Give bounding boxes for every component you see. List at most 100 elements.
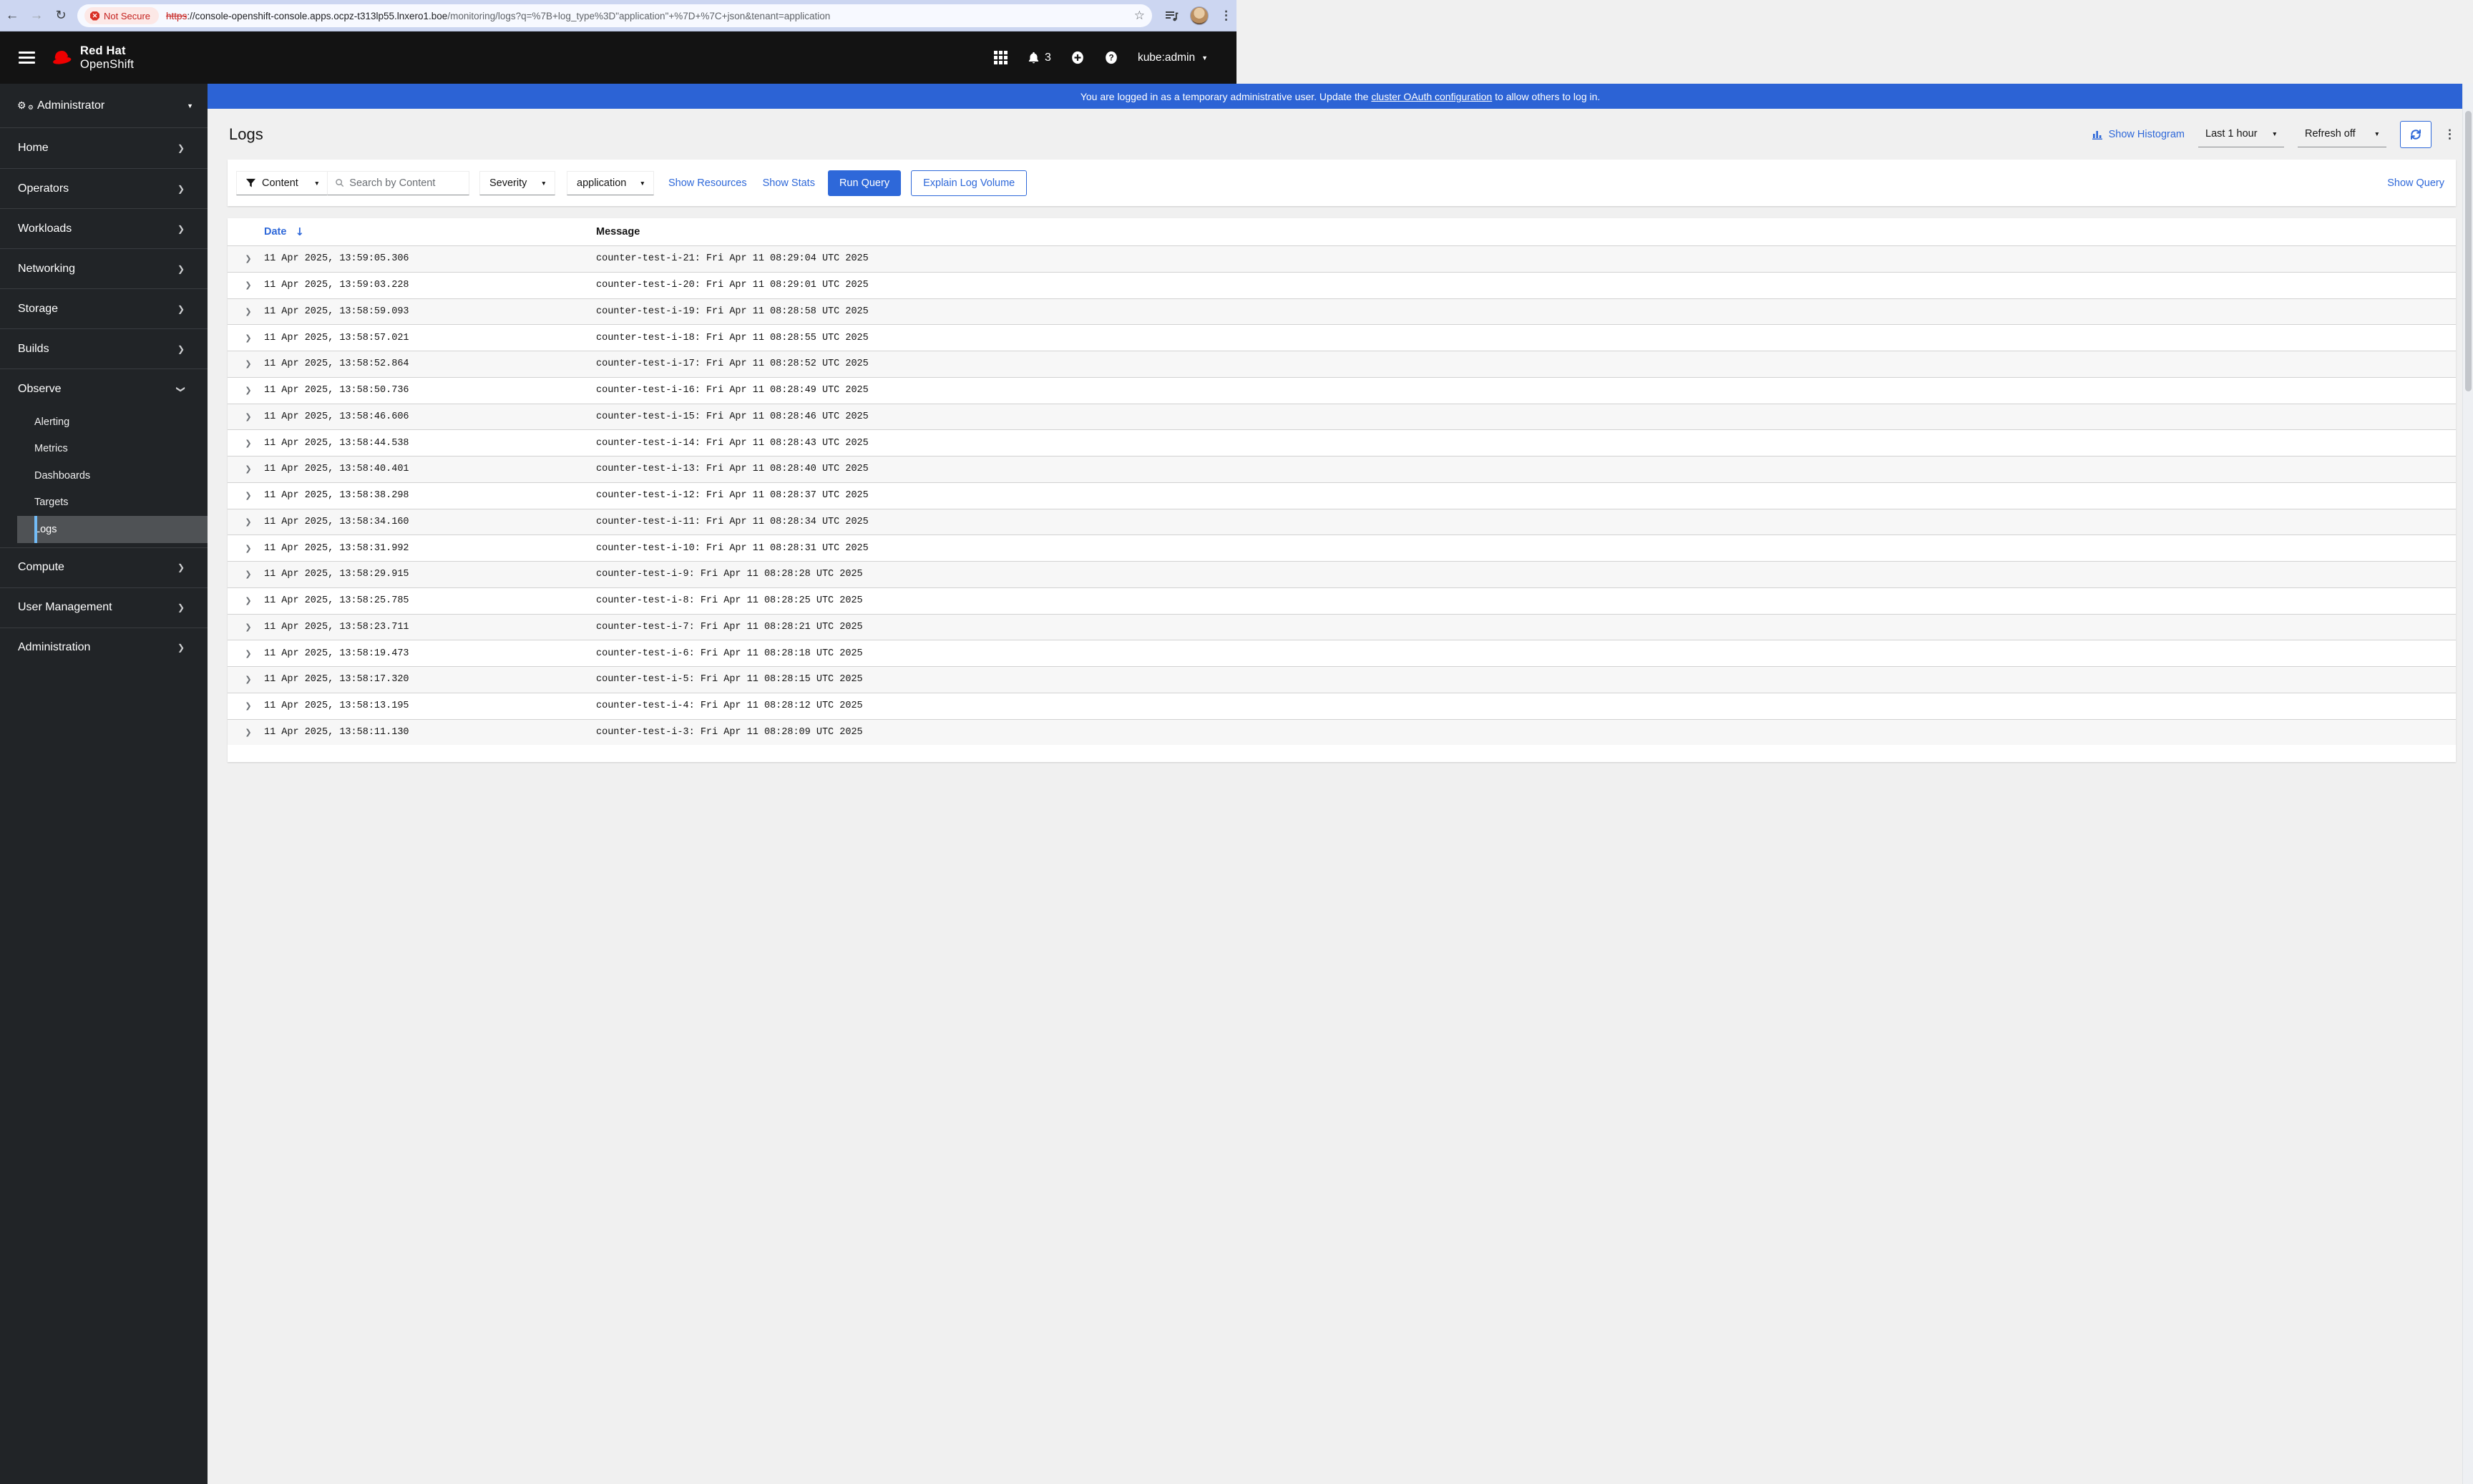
address-bar[interactable]: ✕ Not Secure https://console-openshift-c… xyxy=(77,4,1152,27)
row-expand-chevron-icon[interactable]: ❯ xyxy=(237,596,260,605)
row-expand-chevron-icon[interactable]: ❯ xyxy=(237,570,260,579)
row-expand-chevron-icon[interactable]: ❯ xyxy=(237,412,260,421)
refresh-interval-select[interactable]: Refresh off ▼ xyxy=(2298,122,2386,147)
bookmark-star-icon[interactable]: ☆ xyxy=(1134,9,1145,23)
sidebar-subitem-targets[interactable]: Targets xyxy=(0,489,208,517)
logs-table: Date ↓ Message ❯ 11 Apr 2025, 13:59:05.30… xyxy=(228,218,2456,762)
sidebar-item-networking[interactable]: Networking ❯ xyxy=(0,248,208,288)
histogram-icon xyxy=(2092,130,2102,140)
log-table-row[interactable]: ❯ 11 Apr 2025, 13:58:44.538 counter-test-i… xyxy=(228,429,2456,456)
log-table-row[interactable]: ❯ 11 Apr 2025, 13:58:23.711 counter-test-i… xyxy=(228,613,2456,640)
chevron-right-icon: ❯ xyxy=(177,343,185,354)
row-expand-chevron-icon[interactable]: ❯ xyxy=(237,649,260,658)
log-table-row[interactable]: ❯ 11 Apr 2025, 13:58:11.130 counter-test-i… xyxy=(228,718,2456,746)
options-kebab-icon[interactable]: ⋮ xyxy=(2444,127,2456,142)
attribute-filter-select[interactable]: Content ▼ xyxy=(236,170,328,195)
help-icon[interactable]: ? xyxy=(1104,50,1118,65)
notifications-bell[interactable]: 3 xyxy=(1027,51,1051,65)
row-expand-chevron-icon[interactable]: ❯ xyxy=(237,544,260,553)
search-field[interactable] xyxy=(328,170,469,195)
row-expand-chevron-icon[interactable]: ❯ xyxy=(237,623,260,632)
log-table-row[interactable]: ❯ 11 Apr 2025, 13:58:57.021 counter-test-i… xyxy=(228,324,2456,351)
show-resources-link[interactable]: Show Resources xyxy=(668,177,747,189)
log-table-row[interactable]: ❯ 11 Apr 2025, 13:59:05.306 counter-test-i… xyxy=(228,245,2456,272)
row-expand-chevron-icon[interactable]: ❯ xyxy=(237,517,260,527)
import-plus-icon[interactable] xyxy=(1070,50,1085,65)
row-expand-chevron-icon[interactable]: ❯ xyxy=(237,491,260,500)
browser-reload-icon[interactable]: ↻ xyxy=(49,8,73,23)
show-query-link[interactable]: Show Query xyxy=(2387,177,2444,189)
tenant-select[interactable]: application ▼ xyxy=(567,170,654,195)
log-table-row[interactable]: ❯ 11 Apr 2025, 13:58:46.606 counter-test-i… xyxy=(228,403,2456,430)
row-expand-chevron-icon[interactable]: ❯ xyxy=(237,307,260,316)
log-table-row[interactable]: ❯ 11 Apr 2025, 13:58:17.320 counter-test-i… xyxy=(228,666,2456,693)
sidebar-item-workloads[interactable]: Workloads ❯ xyxy=(0,208,208,248)
log-table-row[interactable]: ❯ 11 Apr 2025, 13:58:25.785 counter-test-i… xyxy=(228,587,2456,614)
log-table-row[interactable]: ❯ 11 Apr 2025, 13:58:40.401 counter-test-i… xyxy=(228,456,2456,482)
row-expand-chevron-icon[interactable]: ❯ xyxy=(237,359,260,368)
sidebar-item-user-management[interactable]: User Management ❯ xyxy=(0,587,208,628)
not-secure-badge[interactable]: ✕ Not Secure xyxy=(84,7,160,24)
row-expand-chevron-icon[interactable]: ❯ xyxy=(237,280,260,290)
log-table-row[interactable]: ❯ 11 Apr 2025, 13:58:50.736 counter-test-i… xyxy=(228,376,2456,404)
row-expand-chevron-icon[interactable]: ❯ xyxy=(237,333,260,343)
column-header-date[interactable]: Date ↓ xyxy=(264,225,304,238)
row-expand-chevron-icon[interactable]: ❯ xyxy=(237,675,260,684)
log-table-row[interactable]: ❯ 11 Apr 2025, 13:58:29.915 counter-test-i… xyxy=(228,561,2456,587)
row-expand-chevron-icon[interactable]: ❯ xyxy=(237,254,260,263)
log-date-cell: 11 Apr 2025, 13:58:23.711 xyxy=(264,621,409,633)
row-expand-chevron-icon[interactable]: ❯ xyxy=(237,386,260,395)
log-message-cell: counter-test-i-15: Fri Apr 11 08:28:46 U… xyxy=(596,411,869,422)
search-input[interactable] xyxy=(349,177,463,189)
log-table-row[interactable]: ❯ 11 Apr 2025, 13:58:59.093 counter-test-i… xyxy=(228,298,2456,325)
cluster-oauth-link[interactable]: cluster OAuth configuration xyxy=(1371,91,1492,102)
sync-button[interactable] xyxy=(2400,120,2431,148)
browser-forward-icon[interactable]: → xyxy=(24,8,49,24)
log-table-row[interactable]: ❯ 11 Apr 2025, 13:58:13.195 counter-test-i… xyxy=(228,692,2456,719)
severity-select[interactable]: Severity ▼ xyxy=(479,170,555,195)
sidebar-subitem-logs[interactable]: Logs xyxy=(17,516,208,543)
time-range-select[interactable]: Last 1 hour ▼ xyxy=(2198,122,2284,147)
user-menu[interactable]: kube:admin ▼ xyxy=(1138,52,1208,64)
hamburger-menu-icon[interactable] xyxy=(19,48,35,67)
caret-down-icon: ▼ xyxy=(2374,130,2380,137)
page-scrollbar[interactable] xyxy=(2462,84,2473,1484)
not-secure-label: Not Secure xyxy=(104,10,151,21)
sidebar-item-label: User Management xyxy=(18,601,112,613)
sidebar-item-builds[interactable]: Builds ❯ xyxy=(0,328,208,368)
log-table-row[interactable]: ❯ 11 Apr 2025, 13:59:03.228 counter-test-i… xyxy=(228,271,2456,298)
row-expand-chevron-icon[interactable]: ❯ xyxy=(237,464,260,474)
browser-profile-avatar[interactable] xyxy=(1190,6,1209,25)
sidebar-item-administration[interactable]: Administration ❯ xyxy=(0,627,208,668)
log-table-row[interactable]: ❯ 11 Apr 2025, 13:58:31.992 counter-test-i… xyxy=(228,534,2456,561)
row-expand-chevron-icon[interactable]: ❯ xyxy=(237,439,260,448)
sidebar-subitem-dashboards[interactable]: Dashboards xyxy=(0,462,208,489)
show-stats-link[interactable]: Show Stats xyxy=(763,177,815,189)
sidebar-item-observe[interactable]: Observe ❯ xyxy=(0,368,208,409)
app-launcher-icon[interactable] xyxy=(994,51,1008,64)
browser-back-icon[interactable]: ← xyxy=(0,8,24,24)
sidebar-subitem-metrics[interactable]: Metrics xyxy=(0,436,208,463)
sidebar-item-compute[interactable]: Compute ❯ xyxy=(0,547,208,587)
sidebar-item-home[interactable]: Home ❯ xyxy=(0,128,208,168)
filter-funnel-icon xyxy=(245,178,256,187)
log-table-row[interactable]: ❯ 11 Apr 2025, 13:58:34.160 counter-test-i… xyxy=(228,508,2456,535)
media-queue-icon[interactable] xyxy=(1164,9,1179,23)
sidebar-item-operators[interactable]: Operators ❯ xyxy=(0,168,208,208)
row-expand-chevron-icon[interactable]: ❯ xyxy=(237,728,260,737)
url-text[interactable]: https://console-openshift-console.apps.o… xyxy=(166,11,1128,21)
explain-log-volume-button[interactable]: Explain Log Volume xyxy=(911,170,1028,196)
sidebar-subitem-alerting[interactable]: Alerting xyxy=(0,409,208,436)
perspective-switcher[interactable]: ⚙ ⚙ Administrator ▼ xyxy=(0,84,208,128)
log-table-row[interactable]: ❯ 11 Apr 2025, 13:58:52.864 counter-test-i… xyxy=(228,351,2456,377)
log-table-row[interactable]: ❯ 11 Apr 2025, 13:58:38.298 counter-test-i… xyxy=(228,482,2456,509)
browser-menu-kebab-icon[interactable]: ⋮ xyxy=(1220,9,1232,23)
run-query-button[interactable]: Run Query xyxy=(827,170,902,196)
row-expand-chevron-icon[interactable]: ❯ xyxy=(237,701,260,711)
scrollbar-thumb[interactable] xyxy=(2465,111,2472,391)
show-histogram-button[interactable]: Show Histogram xyxy=(2092,129,2185,140)
sidebar-item-storage[interactable]: Storage ❯ xyxy=(0,288,208,328)
log-table-row[interactable]: ❯ 11 Apr 2025, 13:58:19.473 counter-test-i… xyxy=(228,640,2456,666)
caret-down-icon: ▼ xyxy=(2271,130,2278,137)
log-message-cell: counter-test-i-3: Fri Apr 11 08:28:09 UT… xyxy=(596,726,863,738)
